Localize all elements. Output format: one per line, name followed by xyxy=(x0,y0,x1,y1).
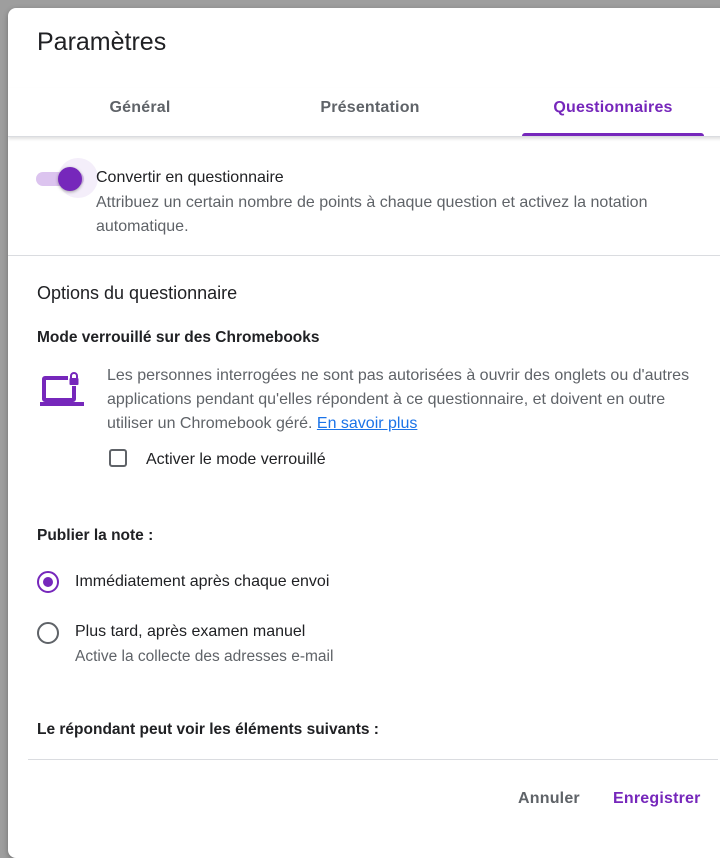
convert-to-quiz-label: Convertir en questionnaire xyxy=(96,169,284,186)
locked-mode-heading: Mode verrouillé sur des Chromebooks xyxy=(37,329,320,346)
radio-later[interactable] xyxy=(37,622,59,644)
settings-dialog: Paramètres Général Présentation Question… xyxy=(8,8,720,858)
dialog-title: Paramètres xyxy=(37,28,167,56)
tab-active-indicator xyxy=(522,133,704,136)
tab-presentation-label: Présentation xyxy=(320,99,420,116)
cancel-button[interactable]: Annuler xyxy=(518,790,580,808)
convert-to-quiz-toggle[interactable] xyxy=(36,158,98,198)
radio-later-sublabel: Active la collecte des adresses e-mail xyxy=(75,648,334,665)
radio-immediately[interactable] xyxy=(37,571,59,593)
tab-general[interactable]: Général xyxy=(40,88,240,136)
locked-mode-checkbox[interactable] xyxy=(109,449,127,467)
learn-more-link[interactable]: En savoir plus xyxy=(317,415,418,432)
tab-quizzes[interactable]: Questionnaires xyxy=(522,88,704,136)
radio-dot xyxy=(43,577,53,587)
respondent-can-see-heading: Le répondant peut voir les éléments suiv… xyxy=(37,721,379,738)
save-button[interactable]: Enregistrer xyxy=(613,790,701,808)
tab-general-label: Général xyxy=(109,99,171,116)
radio-immediately-label: Immédiatement après chaque envoi xyxy=(75,573,330,590)
footer-divider xyxy=(28,759,718,760)
toggle-thumb xyxy=(58,167,82,191)
locked-mode-checkbox-label: Activer le mode verrouillé xyxy=(146,451,326,468)
radio-later-label: Plus tard, après examen manuel xyxy=(75,623,306,640)
publish-grade-heading: Publier la note : xyxy=(37,527,154,544)
laptop-lock-icon xyxy=(40,372,84,406)
tab-presentation[interactable]: Présentation xyxy=(270,88,470,136)
tab-quizzes-label: Questionnaires xyxy=(553,99,673,116)
tab-bar: Général Présentation Questionnaires xyxy=(8,88,720,137)
divider xyxy=(8,255,720,256)
convert-to-quiz-description: Attribuez un certain nombre de points à … xyxy=(96,194,648,235)
locked-mode-description: Les personnes interrogées ne sont pas au… xyxy=(107,364,707,436)
quiz-options-title: Options du questionnaire xyxy=(37,283,238,303)
